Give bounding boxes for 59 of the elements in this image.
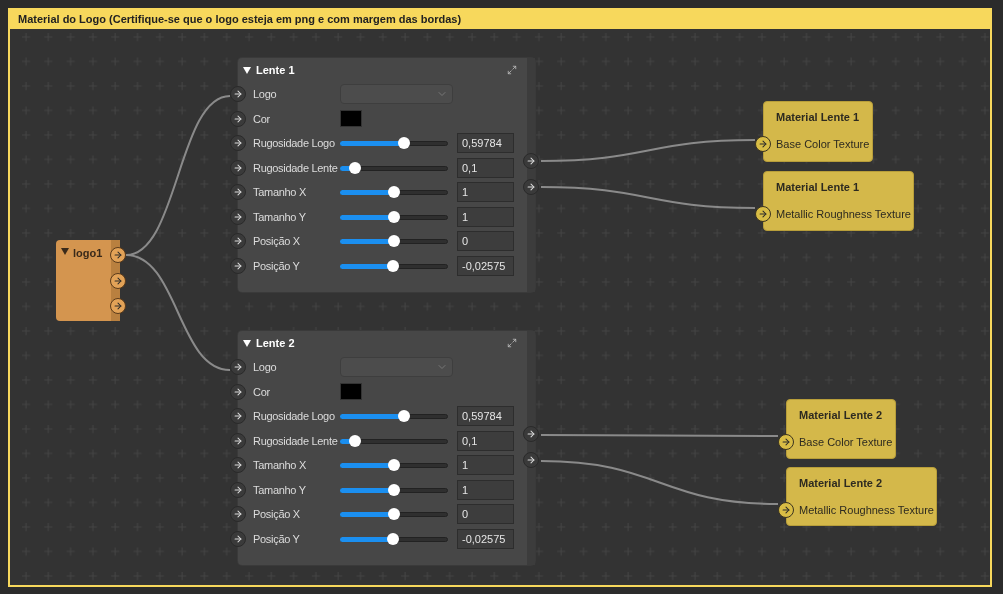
slider[interactable] (340, 186, 448, 199)
collapse-triangle-icon[interactable] (243, 339, 251, 347)
slider[interactable] (340, 483, 448, 496)
property-label: Cor (253, 111, 271, 127)
input-label: Base Color Texture (776, 136, 870, 152)
value-field[interactable]: 1 (457, 455, 514, 476)
color-swatch[interactable] (340, 110, 362, 128)
node-title: Material Lente 1 (776, 110, 861, 125)
slider[interactable] (340, 459, 448, 472)
expand-icon[interactable] (507, 338, 517, 348)
node-title: Material Lente 1 (776, 180, 861, 195)
value-field[interactable]: 0,59784 (457, 133, 514, 154)
expand-icon[interactable] (507, 65, 517, 75)
input-label: Base Color Texture (799, 434, 893, 450)
node-title: Lente 1 (256, 62, 296, 78)
collapse-triangle-icon[interactable] (243, 66, 251, 74)
property-label: Tamanho X (253, 185, 307, 200)
input-label: Metallic Roughness Texture (799, 502, 934, 518)
value-field[interactable]: -0,02575 (457, 528, 514, 549)
property-label: Cor (253, 384, 271, 400)
slider[interactable] (340, 137, 448, 150)
color-swatch[interactable] (340, 383, 362, 401)
node-title: Material Lente 2 (799, 408, 884, 423)
value-field[interactable]: 1 (457, 182, 514, 203)
value-field[interactable]: 0,59784 (457, 406, 514, 427)
property-label: Posição X (253, 507, 301, 522)
property-label: Posição Y (253, 531, 301, 547)
node-title: Lente 2 (256, 335, 296, 351)
slider[interactable] (340, 161, 448, 174)
property-label: Rugosidade Logo (253, 136, 336, 151)
slider[interactable] (340, 410, 448, 423)
value-field[interactable]: 0 (457, 231, 514, 252)
property-label: Rugosidade Lente (253, 160, 339, 176)
value-field[interactable]: 1 (457, 206, 514, 227)
frame-title: Material do Logo (Certifique-se que o logo esteja em png e com margem das bordas) (10, 10, 990, 29)
slider[interactable] (340, 210, 448, 223)
collapse-triangle-icon[interactable] (61, 248, 69, 255)
node-title: Material Lente 2 (799, 476, 884, 491)
value-field[interactable]: 1 (457, 479, 514, 500)
slider[interactable] (340, 508, 448, 521)
value-field[interactable]: 0,1 (457, 430, 514, 451)
value-field[interactable]: 0 (457, 504, 514, 525)
slider[interactable] (340, 259, 448, 272)
node-title: logo1 (73, 246, 103, 261)
input-label: Metallic Roughness Texture (776, 206, 911, 222)
property-label: Tamanho Y (253, 209, 307, 225)
slider[interactable] (340, 434, 448, 447)
property-label: Posição X (253, 234, 301, 249)
property-label: Rugosidade Logo (253, 409, 336, 424)
value-field[interactable]: 0,1 (457, 157, 514, 178)
property-label: Rugosidade Lente (253, 433, 339, 449)
value-field[interactable]: -0,02575 (457, 255, 514, 276)
property-label: Tamanho X (253, 458, 307, 473)
property-label: Posição Y (253, 258, 301, 274)
property-label: Tamanho Y (253, 482, 307, 498)
property-label: Logo (253, 87, 278, 102)
slider[interactable] (340, 532, 448, 545)
property-label: Logo (253, 360, 278, 375)
slider[interactable] (340, 235, 448, 248)
